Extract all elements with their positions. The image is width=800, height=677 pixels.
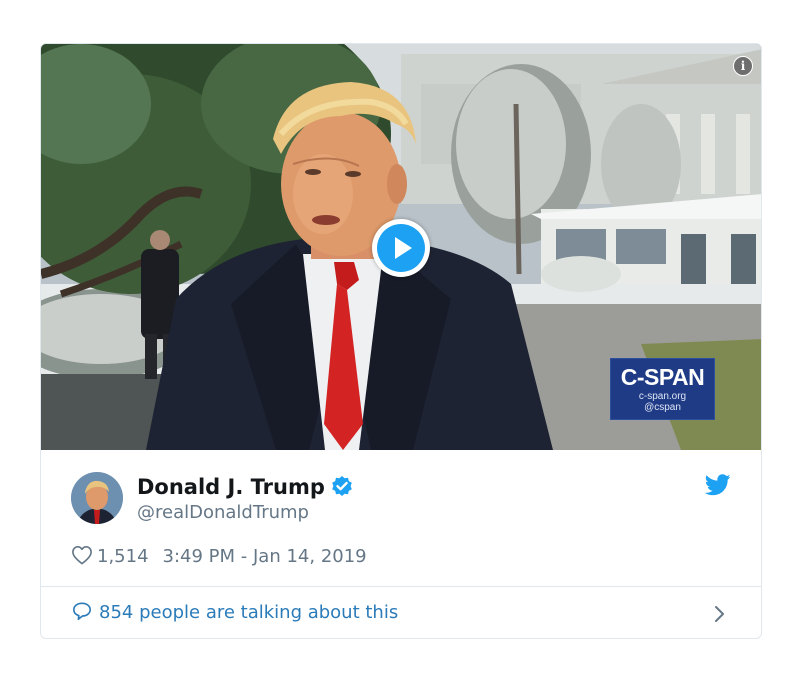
author-handle[interactable]: @realDonaldTrump [137,502,309,524]
tweet-card[interactable]: i C-SPAN c-span.org @cspan Donald J. Tru… [40,43,762,639]
author-name[interactable]: Donald J. Trump [137,475,325,499]
info-icon[interactable]: i [733,56,753,76]
tweet-meta: 1,514 3:49 PM - Jan 14, 2019 [71,544,367,570]
play-button[interactable] [372,219,430,277]
divider [41,586,761,587]
chevron-right-icon[interactable] [713,604,727,624]
avatar-image [71,472,123,524]
verified-badge-icon [332,476,352,496]
cspan-site: c-span.org [638,391,687,402]
conversation-link[interactable]: 854 people are talking about this [71,600,398,626]
play-icon [377,224,425,272]
cspan-watermark: C-SPAN c-span.org @cspan [610,358,715,420]
talking-count-text[interactable]: 854 people are talking about this [99,602,398,623]
avatar[interactable] [71,472,123,524]
tweet-timestamp[interactable]: 3:49 PM - Jan 14, 2019 [163,546,367,567]
author-name-row[interactable]: Donald J. Trump [137,474,353,500]
cspan-logo: C-SPAN [620,364,705,390]
speech-bubble-icon [73,602,91,620]
cspan-handle: @cspan [644,402,681,413]
like-count[interactable]: 1,514 [97,546,149,567]
video-media[interactable]: i C-SPAN c-span.org @cspan [41,44,761,450]
twitter-bird-icon[interactable] [705,474,731,496]
heart-icon[interactable] [71,545,93,565]
